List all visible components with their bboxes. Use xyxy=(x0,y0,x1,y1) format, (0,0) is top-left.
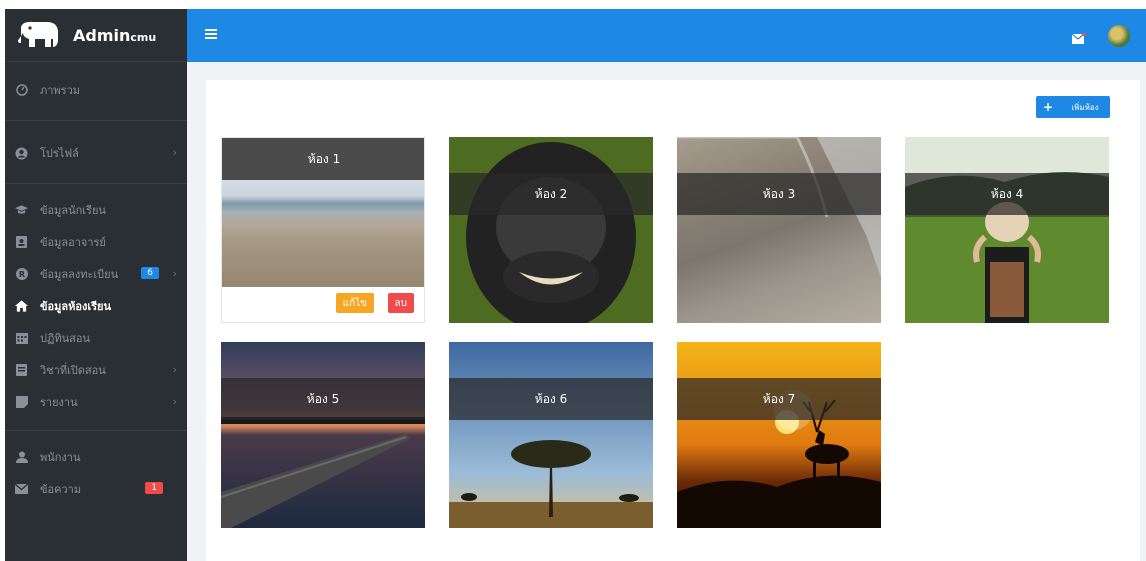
chevron-right-icon: › xyxy=(172,363,177,376)
sidebar-item-messages[interactable]: ข้อความ 1 xyxy=(5,473,187,505)
room-title: ห้อง 7 xyxy=(677,378,881,420)
room-2-image xyxy=(449,137,653,323)
sidebar-item-label: ข้อมูลลงทะเบียน xyxy=(40,268,119,281)
elephant-logo-icon xyxy=(17,19,61,51)
user-icon xyxy=(15,451,28,464)
dashboard-icon xyxy=(15,84,28,97)
report-icon xyxy=(15,396,28,409)
room-actions: แก้ไข ลบ xyxy=(222,287,424,322)
divider xyxy=(5,183,187,184)
room-card-4[interactable]: ห้อง 4 xyxy=(905,137,1109,323)
room-3-image xyxy=(677,137,881,323)
brand-name: Admincmu xyxy=(73,26,156,45)
chevron-right-icon: › xyxy=(172,267,177,280)
sidebar-nav-profile: โปรไฟล์ › xyxy=(5,137,187,169)
sidebar-item-reports[interactable]: รายงาน › xyxy=(5,386,187,418)
sidebar-item-label: ปฏิทินสอน xyxy=(40,332,90,345)
room-title: ห้อง 4 xyxy=(905,173,1109,215)
book-icon xyxy=(15,364,28,377)
registered-icon: R xyxy=(15,268,28,281)
sidebar-item-label: ข้อมูลนักเรียน xyxy=(40,204,106,217)
sidebar-item-staff[interactable]: พนักงาน xyxy=(5,441,187,473)
sidebar: Admincmu ภาพรวม โปรไฟล์ › ข้อมูลนักเรียน… xyxy=(5,9,187,561)
mail-icon xyxy=(15,483,28,496)
sidebar-nav: ภาพรวม xyxy=(5,74,187,106)
messages-count-badge: 1 xyxy=(145,482,163,494)
add-room-label: เพิ่มห้อง xyxy=(1071,102,1099,112)
edit-room-button[interactable]: แก้ไข xyxy=(335,293,374,313)
sidebar-nav-other: พนักงาน ข้อความ 1 xyxy=(5,441,187,505)
graduation-cap-icon xyxy=(15,204,28,217)
sidebar-item-label: พนักงาน xyxy=(40,451,81,464)
registration-count-badge: 6 xyxy=(141,267,159,279)
sidebar-item-label: โปรไฟล์ xyxy=(40,147,79,160)
room-7-image xyxy=(677,342,881,528)
svg-text:R: R xyxy=(18,270,24,279)
sidebar-nav-main: ข้อมูลนักเรียน ข้อมูลอาจารย์ R ข้อมูลลงท… xyxy=(5,194,187,418)
sidebar-item-classrooms[interactable]: ข้อมูลห้องเรียน xyxy=(5,290,187,322)
calendar-icon xyxy=(15,332,28,345)
room-card-1[interactable]: ห้อง 1 แก้ไข ลบ xyxy=(221,137,425,323)
classrooms-card: + เพิ่มห้อง ห้อง 1 แก้ไข ลบ ห้อง 2 ห้อง … xyxy=(206,80,1140,561)
brand-title: Admin xyxy=(73,25,131,45)
notification-mail-icon[interactable] xyxy=(1071,29,1086,44)
room-card-5[interactable]: ห้อง 5 xyxy=(221,342,425,528)
add-room-button[interactable]: + เพิ่มห้อง xyxy=(1036,96,1110,118)
divider xyxy=(5,430,187,431)
room-card-6[interactable]: ห้อง 6 xyxy=(449,342,653,528)
user-circle-icon xyxy=(15,147,28,160)
chevron-right-icon: › xyxy=(172,395,177,408)
room-6-image xyxy=(449,342,653,528)
brand-suffix: cmu xyxy=(130,30,157,44)
sidebar-item-label: รายงาน xyxy=(40,396,78,409)
sidebar-item-label: วิชาที่เปิดสอน xyxy=(40,364,106,377)
room-title: ห้อง 5 xyxy=(221,378,425,420)
room-1-image xyxy=(222,180,424,287)
chevron-right-icon: › xyxy=(172,146,177,159)
delete-room-button[interactable]: ลบ xyxy=(387,293,414,313)
sidebar-item-teachers[interactable]: ข้อมูลอาจารย์ xyxy=(5,226,187,258)
room-5-image xyxy=(221,342,425,528)
room-title: ห้อง 1 xyxy=(222,138,424,180)
room-card-3[interactable]: ห้อง 3 xyxy=(677,137,881,323)
sidebar-item-courses[interactable]: วิชาที่เปิดสอน › xyxy=(5,354,187,386)
room-4-image xyxy=(905,137,1109,323)
brand[interactable]: Admincmu xyxy=(5,9,187,62)
sidebar-item-label: ข้อมูลห้องเรียน xyxy=(40,300,111,313)
room-title: ห้อง 6 xyxy=(449,378,653,420)
sidebar-item-registration[interactable]: R ข้อมูลลงทะเบียน 6 › xyxy=(5,258,187,290)
sidebar-item-students[interactable]: ข้อมูลนักเรียน xyxy=(5,194,187,226)
sidebar-item-calendar[interactable]: ปฏิทินสอน xyxy=(5,322,187,354)
user-avatar[interactable] xyxy=(1108,25,1130,47)
home-icon xyxy=(15,300,28,313)
sidebar-item-label: ข้อมูลอาจารย์ xyxy=(40,236,106,249)
id-card-icon xyxy=(15,236,28,249)
app-frame: Admincmu ภาพรวม โปรไฟล์ › ข้อมูลนักเรียน… xyxy=(5,9,1146,561)
divider xyxy=(5,120,187,121)
sidebar-item-profile[interactable]: โปรไฟล์ › xyxy=(5,137,187,169)
plus-icon: + xyxy=(1042,100,1054,114)
sidebar-item-overview[interactable]: ภาพรวม xyxy=(5,74,187,106)
room-card-7[interactable]: ห้อง 7 xyxy=(677,342,881,528)
room-title: ห้อง 2 xyxy=(449,173,653,215)
room-title: ห้อง 3 xyxy=(677,173,881,215)
sidebar-item-label: ข้อความ xyxy=(40,483,82,496)
topbar xyxy=(187,9,1146,62)
sidebar-item-label: ภาพรวม xyxy=(40,84,81,97)
room-card-2[interactable]: ห้อง 2 xyxy=(449,137,653,323)
hamburger-menu-icon[interactable] xyxy=(205,29,217,39)
